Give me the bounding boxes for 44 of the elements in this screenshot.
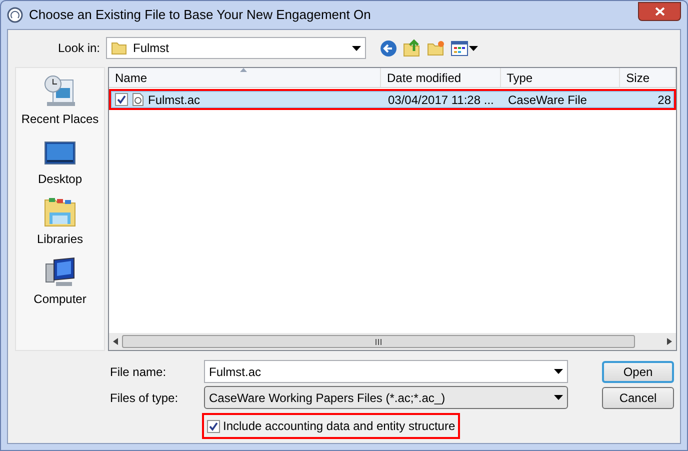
window-title: Choose an Existing File to Base Your New Engagement On [29,6,371,24]
computer-icon [44,256,76,288]
table-cell-text: 03/04/2017 11:28 ... [387,92,495,108]
file-name-label: File name: [110,364,168,380]
caret-icon [352,46,361,50]
look-in-dropdown[interactable]: Fulmst [106,37,366,59]
file-name-field[interactable]: Fulmst.ac [204,360,568,383]
caret-icon [554,395,563,400]
folder-icon [111,41,127,55]
caret-icon [554,369,563,374]
dialog-button[interactable]: Open [602,361,674,383]
scroll-right-icon[interactable] [667,338,672,345]
clock-document-icon [43,74,77,108]
close-icon [654,6,664,16]
file-row[interactable]: Fulmst.ac 03/04/2017 11:28 ... CaseWare File 28 [111,91,674,108]
sort-arrow-icon [240,68,247,72]
horizontal-scrollbar[interactable] [109,333,676,350]
column-header[interactable]: Size [620,68,676,87]
scroll-left-icon[interactable] [113,338,118,345]
checkbox[interactable] [115,93,128,106]
table-cell-text: 28 [658,92,671,108]
view-menu-icon[interactable] [451,40,478,56]
back-icon[interactable] [380,40,397,56]
file-icon [132,93,144,106]
place-item[interactable]: Computer [16,252,104,312]
look-in-label: Look in: [56,40,101,57]
folder-icon [43,196,77,228]
table-cell-text: CaseWare File [507,92,588,108]
column-header[interactable]: Date modified [381,68,501,87]
dialog-button[interactable]: Cancel [602,387,674,409]
app-icon [7,7,23,23]
close-button[interactable] [638,2,681,20]
place-item[interactable]: Libraries [16,192,104,252]
folder-up-icon[interactable] [403,39,421,57]
file-name: Fulmst.ac [148,92,200,108]
checkbox[interactable] [207,420,220,432]
file-type-label: Files of type: [110,390,180,406]
place-item[interactable]: Desktop [16,132,104,192]
caret-icon [469,46,478,50]
column-header[interactable]: Type [500,68,620,87]
place-item[interactable]: Recent Places [16,72,104,132]
scroll-thumb[interactable] [122,335,635,348]
file-type-field[interactable]: CaseWare Working Papers Files (*.ac;*.ac_) [204,386,568,409]
include-option-label: Include accounting data and entity structure [223,418,456,435]
